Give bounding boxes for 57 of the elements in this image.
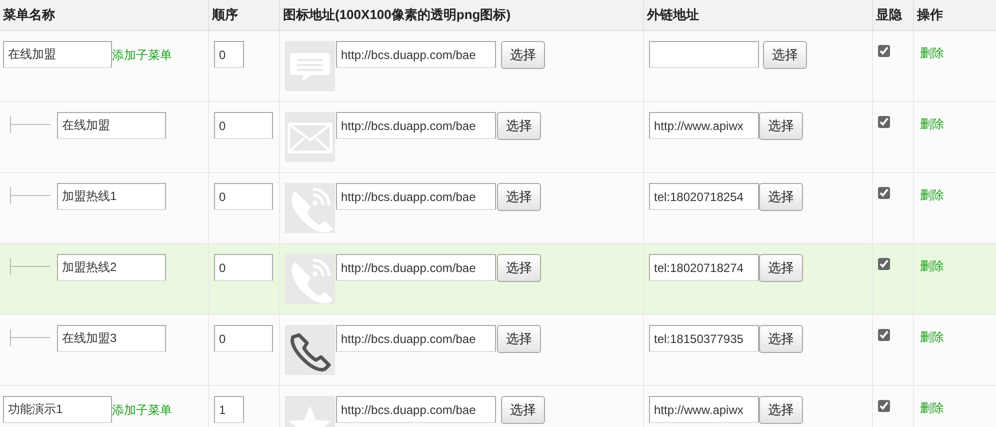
visible-checkbox[interactable]: [878, 258, 890, 270]
phone-signal-icon: [285, 254, 335, 304]
visible-checkbox[interactable]: [878, 329, 890, 341]
order-field[interactable]: 0: [214, 254, 273, 281]
select-button[interactable]: 选择: [497, 254, 541, 282]
column-header: 菜单名称: [3, 6, 55, 24]
column-header: 操作: [917, 6, 943, 24]
menu-name-field[interactable]: 加盟热线1: [57, 183, 166, 210]
tree-connector: [10, 116, 50, 133]
link-url-field[interactable]: tel:18020718254: [649, 183, 759, 210]
select-button[interactable]: 选择: [497, 325, 541, 353]
order-field[interactable]: 0: [214, 112, 273, 139]
select-button[interactable]: 选择: [501, 396, 545, 424]
icon-url-field[interactable]: http://bcs.duapp.com/bae: [336, 112, 496, 139]
order-field[interactable]: 0: [214, 183, 273, 210]
link-url-field[interactable]: tel:18150377935: [649, 325, 759, 352]
order-field[interactable]: 0: [214, 325, 273, 352]
tree-connector: [10, 258, 50, 275]
select-button[interactable]: 选择: [759, 183, 803, 211]
icon-url-field[interactable]: http://bcs.duapp.com/bae: [336, 183, 496, 210]
icon-url-field[interactable]: http://bcs.duapp.com/bae: [336, 254, 496, 281]
column-header: 显隐: [876, 6, 902, 24]
envelope-icon: [285, 112, 335, 162]
phone-icon: [285, 325, 335, 375]
menu-name-field[interactable]: 功能演示1: [3, 396, 112, 423]
select-button[interactable]: 选择: [759, 112, 803, 140]
link-url-field[interactable]: tel:18020718274: [649, 254, 759, 281]
menu-name-field[interactable]: 在线加盟3: [57, 325, 166, 352]
link-url-field[interactable]: [649, 41, 759, 68]
visible-checkbox[interactable]: [878, 400, 890, 412]
visible-checkbox[interactable]: [878, 116, 890, 128]
select-button[interactable]: 选择: [759, 396, 803, 424]
menu-name-field[interactable]: 在线加盟: [57, 112, 166, 139]
chat-bubble-icon: [285, 41, 335, 91]
link-url-field[interactable]: http://www.apiwx: [649, 396, 759, 423]
visible-checkbox[interactable]: [878, 45, 890, 57]
icon-url-field[interactable]: http://bcs.duapp.com/bae: [336, 325, 496, 352]
order-field[interactable]: 0: [214, 41, 244, 68]
select-button[interactable]: 选择: [497, 112, 541, 140]
select-button[interactable]: 选择: [763, 41, 807, 69]
select-button[interactable]: 选择: [497, 183, 541, 211]
tree-connector: [10, 187, 50, 204]
link-url-field[interactable]: http://www.apiwx: [649, 112, 759, 139]
select-button[interactable]: 选择: [501, 41, 545, 69]
order-field[interactable]: 1: [214, 396, 244, 423]
tree-connector: [10, 329, 50, 346]
column-header: 顺序: [212, 6, 238, 24]
column-header: 图标地址(100X100像素的透明png图标): [283, 6, 511, 24]
menu-name-field[interactable]: 加盟热线2: [57, 254, 166, 281]
icon-url-field[interactable]: http://bcs.duapp.com/bae: [336, 41, 496, 68]
select-button[interactable]: 选择: [759, 254, 803, 282]
menu-name-field[interactable]: 在线加盟: [3, 41, 112, 68]
visible-checkbox[interactable]: [878, 187, 890, 199]
phone-signal-icon: [285, 183, 335, 233]
select-button[interactable]: 选择: [759, 325, 803, 353]
column-header: 外链地址: [647, 6, 699, 24]
icon-url-field[interactable]: http://bcs.duapp.com/bae: [336, 396, 496, 423]
